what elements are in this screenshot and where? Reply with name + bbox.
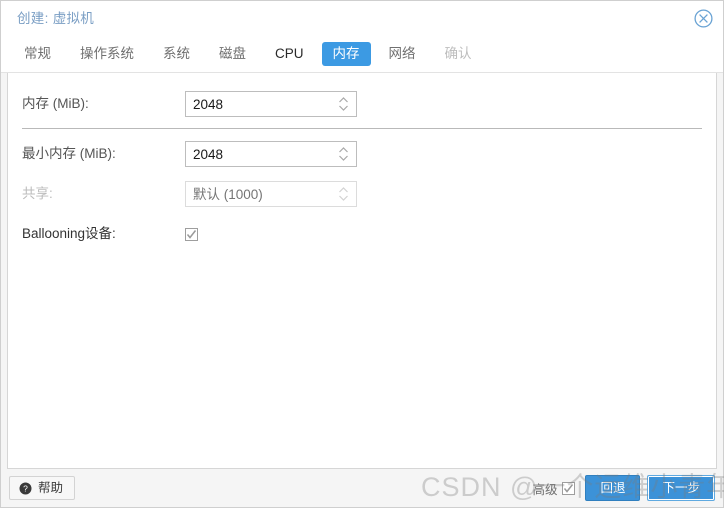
tab-general[interactable]: 常规 [13, 42, 62, 66]
min-memory-label: 最小内存 (MiB): [22, 146, 116, 161]
shares-label: 共享: [22, 186, 53, 201]
footer-actions: 高级 回退 下一步 [532, 475, 715, 501]
memory-input[interactable] [186, 92, 356, 116]
help-button-label: 帮助 [38, 481, 64, 495]
wizard-tabs: 常规 操作系统 系统 磁盘 CPU 内存 网络 确认 [1, 36, 723, 73]
tab-system[interactable]: 系统 [152, 42, 201, 66]
row-min-memory: 最小内存 (MiB): [8, 139, 716, 169]
tab-network[interactable]: 网络 [378, 42, 427, 66]
memory-label: 内存 (MiB): [22, 96, 89, 111]
tab-os[interactable]: 操作系统 [69, 42, 145, 66]
back-button[interactable]: 回退 [585, 475, 641, 501]
ballooning-label: Ballooning设备: [22, 226, 116, 241]
next-button[interactable]: 下一步 [647, 475, 715, 501]
create-vm-dialog: 创建: 虚拟机 常规 操作系统 系统 磁盘 CPU 内存 网络 确认 内存 (M… [0, 0, 724, 508]
row-ballooning: Ballooning设备: [8, 219, 716, 249]
close-circle-icon[interactable] [693, 8, 714, 29]
tab-memory[interactable]: 内存 [321, 42, 371, 66]
svg-text:?: ? [23, 483, 28, 493]
dialog-titlebar: 创建: 虚拟机 [1, 1, 723, 36]
shares-input [186, 182, 356, 206]
advanced-checkbox[interactable] [562, 481, 576, 495]
memory-panel: 内存 (MiB): 最小内存 (MiB): [7, 73, 717, 469]
min-memory-input[interactable] [186, 142, 356, 166]
dialog-footer: ? 帮助 高级 回退 下一步 [1, 469, 723, 507]
tab-disks[interactable]: 磁盘 [208, 42, 257, 66]
help-button[interactable]: ? 帮助 [9, 476, 76, 500]
memory-form: 内存 (MiB): 最小内存 (MiB): [8, 73, 716, 249]
question-mark-circle-icon: ? [19, 482, 32, 495]
min-memory-stepper[interactable] [185, 141, 357, 167]
memory-stepper[interactable] [185, 91, 357, 117]
ballooning-checkbox[interactable] [185, 227, 198, 241]
advanced-label: 高级 [532, 482, 558, 497]
tab-confirm: 确认 [444, 46, 472, 61]
shares-stepper [185, 181, 357, 207]
tab-cpu[interactable]: CPU [264, 42, 315, 66]
dialog-title: 创建: 虚拟机 [17, 10, 95, 26]
row-shares: 共享: [8, 179, 716, 209]
advanced-toggle[interactable]: 高级 [532, 479, 576, 498]
row-memory: 内存 (MiB): [8, 89, 716, 119]
form-divider [22, 128, 702, 129]
